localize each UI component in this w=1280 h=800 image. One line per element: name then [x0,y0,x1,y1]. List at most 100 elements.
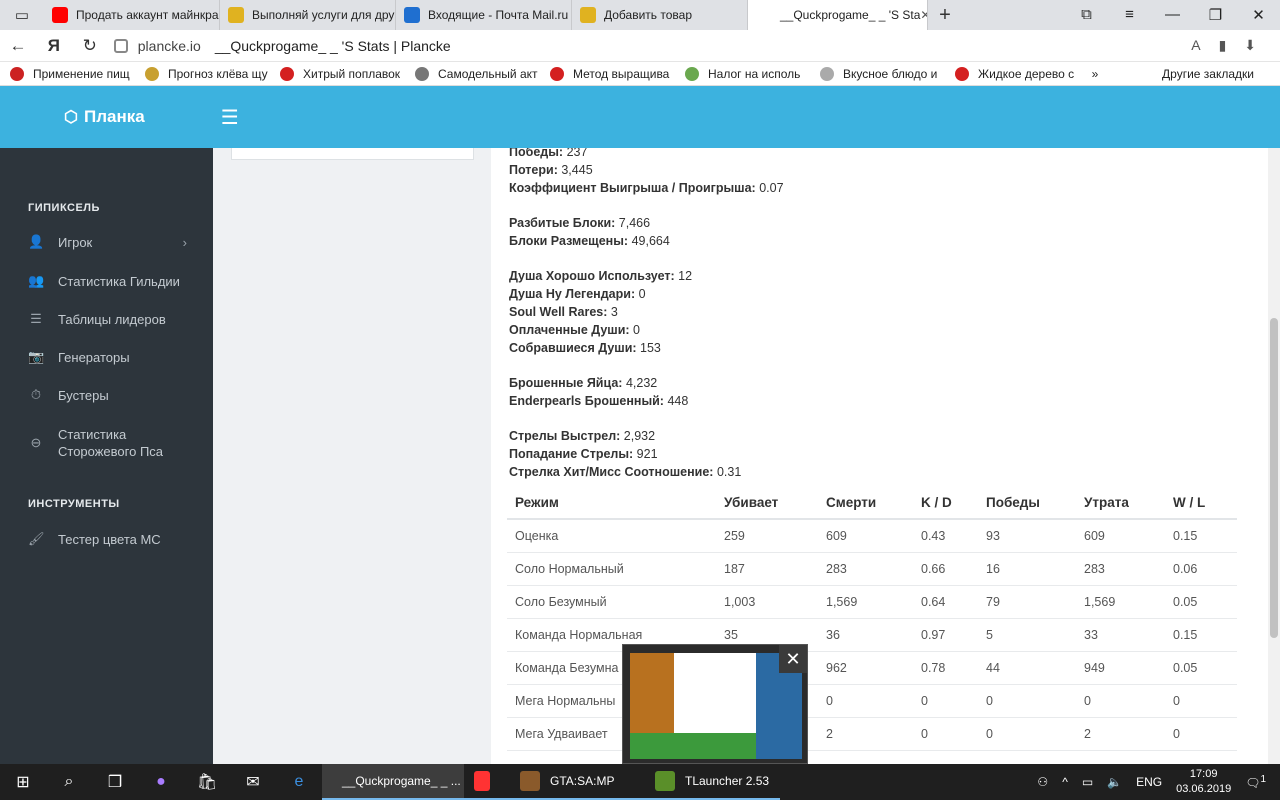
notifications-icon[interactable]: 🗨1 [1245,774,1266,790]
download-icon[interactable]: ⬇ [1244,37,1256,54]
network-icon[interactable]: ▭ [1082,775,1093,789]
minimize-icon[interactable]: — [1151,6,1194,24]
windows-start-icon[interactable]: ⊞ [0,764,46,800]
bookmark-item[interactable]: Налог на исполь [675,66,810,81]
taskbar-thumbnail-preview[interactable]: ✕ [622,644,808,764]
bookmark-item[interactable]: Хитрый поплавок [270,66,405,81]
scrollbar-thumb[interactable] [1270,318,1278,638]
notification-count: 1 [1260,774,1266,785]
bookmark-item[interactable]: Применение пищ [0,66,135,81]
browser-tab[interactable]: Продать аккаунт майнкра [44,0,220,30]
sidebar-item[interactable]: 👥 Статистика Гильдии [0,273,213,289]
page-scrollbar[interactable] [1268,148,1280,764]
stat-label: Собравшиеся Души: [509,341,637,355]
table-cell: 1,569 [818,585,913,619]
url-field[interactable]: plancke.io __Quckprogame_ _ 'S Stats | P… [113,33,1191,59]
bookmark-label: Вкусное блюдо и [843,66,938,81]
table-cell: Соло Нормальный [507,552,716,586]
reload-icon[interactable]: ↻ [72,36,108,56]
menu-icon[interactable]: ≡ [1108,6,1151,24]
bookmark-favicon-icon [550,66,564,81]
bookmark-label: Самодельный акт [438,66,538,81]
alice-icon[interactable]: ● [138,764,184,800]
stopwatch-icon: ⏱ [30,387,42,402]
app-header: ⬡ Планка ☰ [0,86,1280,148]
people-icon[interactable]: ⚇ [1037,775,1048,789]
maximize-icon[interactable]: ❐ [1194,6,1237,24]
bookmark-item[interactable]: Метод выращива [540,66,675,81]
close-tab-icon[interactable]: ✕ [920,8,927,22]
back-icon[interactable]: ← [0,36,36,56]
sidebar-item[interactable]: ☰ Таблицы лидеров [0,311,213,327]
table-row: Мега Удваивает 2 0 0 2 0 [507,717,1237,751]
address-actions: A ▮ ⬇ [1191,37,1280,54]
taskbar-app[interactable]: GTA:SA:MP [510,764,645,800]
sidebar-item[interactable]: ⏱ Бустеры [0,387,213,403]
stat-line: Стрелка Хит/Мисс Соотношение: 0.31 [509,465,741,479]
hamburger-menu-icon[interactable]: ☰ [221,105,239,130]
browser-tab[interactable]: Входящие - Почта Mail.ru [396,0,572,30]
sidebar-item[interactable]: 👤 Игрок › [0,234,213,250]
stat-line: Победы: 237 [509,148,587,159]
bookmark-favicon-icon [415,66,429,81]
other-bookmarks[interactable]: Другие закладки [1162,67,1280,81]
edge-icon[interactable]: e [276,764,322,800]
taskbar-app[interactable] [464,764,510,800]
logo[interactable]: ⬡ Планка [64,107,145,127]
sidebar-item[interactable]: ⊖ Статистика Сторожевого Пса [0,426,213,460]
mail-icon[interactable]: ✉ [230,764,276,800]
table-header-cell[interactable]: K / D [913,486,978,520]
clock[interactable]: 17:09 03.06.2019 [1176,767,1231,797]
stat-value: 921 [636,447,658,461]
tray-overflow-icon[interactable]: ^ [1062,775,1068,789]
window-thumbnail [630,653,802,759]
yandex-logo-icon[interactable]: Я [36,36,72,56]
close-icon[interactable]: ✕ [779,645,807,673]
stat-value: 0.07 [759,181,784,195]
page-icon [756,7,772,23]
table-header-cell[interactable]: Убивает [716,486,818,520]
browser-tab[interactable]: Добавить товар [572,0,748,30]
table-header-cell[interactable]: Смерти [818,486,913,520]
search-icon[interactable]: ⌕ [46,764,92,800]
bookmark-item[interactable]: Прогноз клёва щу [135,66,270,81]
table-header-cell[interactable]: Утрата [1076,486,1165,520]
table-cell: 609 [1076,519,1165,553]
language-indicator[interactable]: ENG [1136,775,1162,789]
bookmark-item[interactable]: Жидкое дерево с [945,66,1080,81]
volume-icon[interactable]: 🔈 [1107,775,1122,789]
table-header-cell[interactable]: Победы [978,486,1076,520]
task-view-icon[interactable]: ❒ [92,764,138,800]
stat-label: Потери: [509,163,558,177]
bookmark-manager-icon[interactable]: ⧉ [1065,6,1108,24]
table-header-cell[interactable]: Режим [507,486,716,520]
bookmark-item[interactable]: Самодельный акт [405,66,540,81]
sidebar-item-label: Генераторы [58,349,130,365]
browser-tab[interactable]: Выполняй услуги для дру [220,0,396,30]
bookmark-item[interactable]: Вкусное блюдо и [810,66,945,81]
table-cell: 0 [1165,684,1237,718]
table-cell: 36 [818,618,913,652]
bookmarks-bar: Применение пищ Прогноз клёва щу Хитрый поп… [0,62,1280,86]
bookmarks-more-icon[interactable]: » [1080,67,1110,81]
taskbar-app[interactable]: __Quckprogame_ _ ... [322,764,464,800]
close-window-icon[interactable]: ✕ [1237,6,1280,24]
table-header-cell[interactable]: W / L [1165,486,1237,520]
profile-card [231,148,474,160]
tab-title: Добавить товар [604,8,692,22]
bookmark-icon[interactable]: ▮ [1219,37,1227,54]
table-cell: 79 [978,585,1076,619]
tabs-overview-icon[interactable]: ▭ [0,0,44,30]
browser-tab[interactable]: __Quckprogame_ _ 'S Sta✕ [748,0,928,30]
url-host: plancke.io [137,37,201,54]
stat-line: Попадание Стрелы: 921 [509,447,658,461]
coin-icon [228,7,244,23]
translate-icon[interactable]: A [1191,37,1200,54]
stat-line: Стрелы Выстрел: 2,932 [509,429,655,443]
sidebar-item[interactable]: 🖌 Тестер цвета МС [0,531,213,547]
new-tab-button[interactable]: + [928,4,962,27]
table-cell: 0.43 [913,519,978,553]
taskbar-app[interactable]: TLauncher 2.53 [645,764,780,800]
sidebar-item[interactable]: 📷 Генераторы [0,349,213,365]
store-icon[interactable]: 🛍 [184,764,230,800]
